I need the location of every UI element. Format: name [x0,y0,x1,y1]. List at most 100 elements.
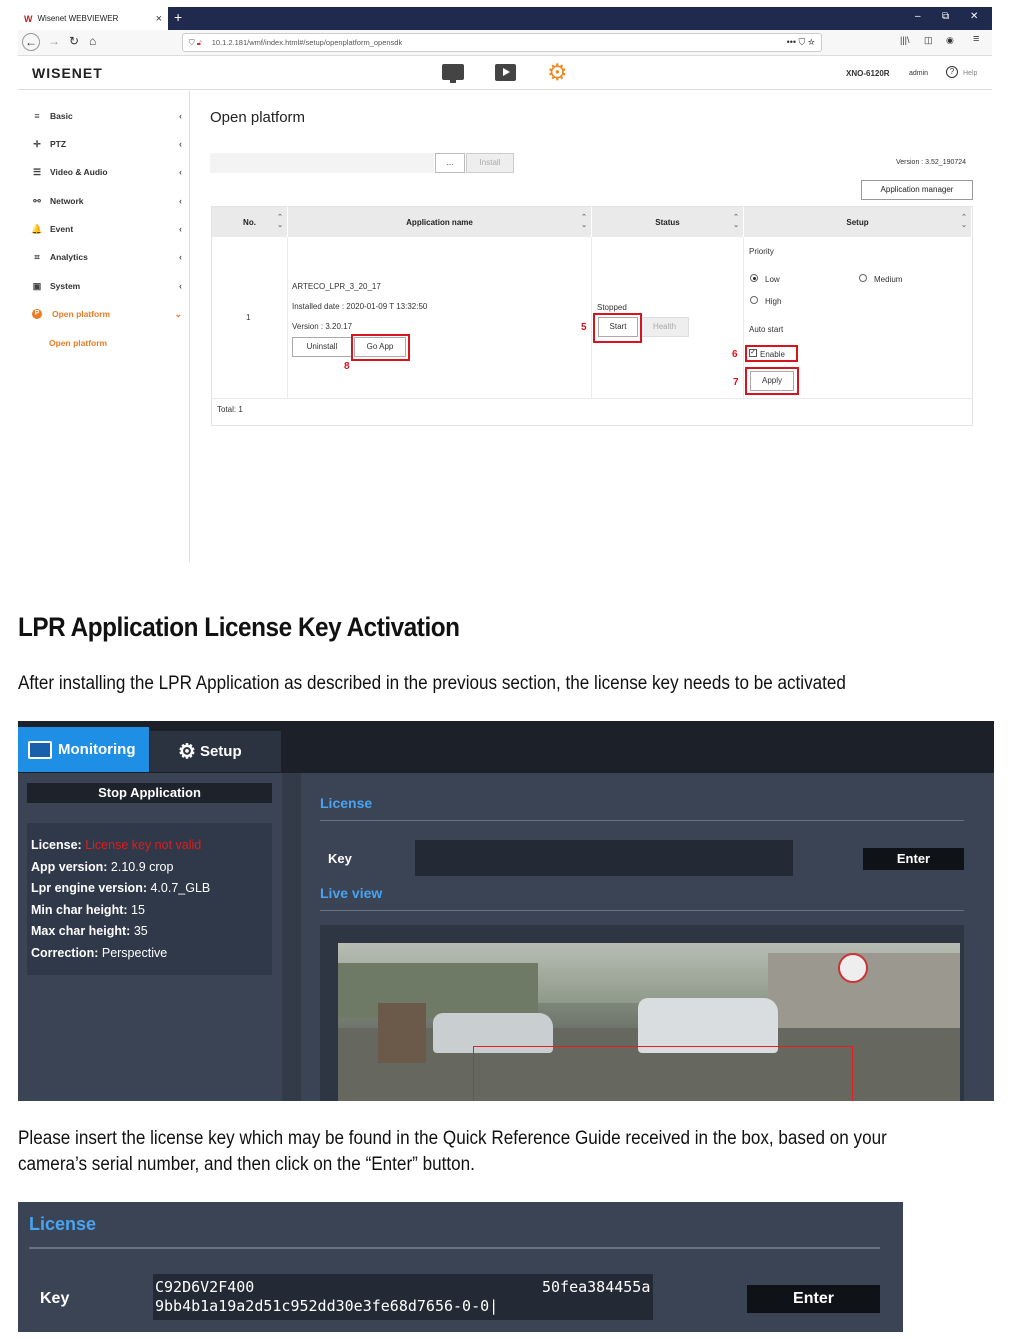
section-heading: LPR Application License Key Activation [18,612,460,642]
uninstall-button[interactable]: Uninstall [292,337,352,357]
minimize-button[interactable]: – [915,11,921,22]
chevron-down-icon: ⌄ [174,308,182,319]
sidebar-item-open-platform[interactable]: P Open platform ⌄ [30,306,182,322]
annotation-box-go-app [351,334,410,361]
chevron-left-icon: ‹ [179,139,182,149]
application-table: No. ⌃ ⌄ Application name ⌃ ⌄ Status ⌃ ⌄ Setup ⌃… [211,206,973,426]
home-icon[interactable]: ⌂ [89,34,96,48]
browser-tab[interactable]: W Wisenet WEBVIEWER × [18,7,168,30]
close-tab-icon[interactable]: × [156,13,162,25]
priority-medium-radio[interactable] [859,274,867,282]
stop-application-button[interactable]: Stop Application [27,783,272,803]
gear-icon: ⚙ [178,741,196,763]
license-key-input[interactable] [415,840,793,876]
annotation-number-5: 5 [581,322,587,333]
shield-icon: ⛉ [189,38,195,47]
enter-button[interactable]: Enter [863,848,964,870]
list-icon: ≡ [34,111,40,121]
section-divider [320,910,964,911]
health-button[interactable]: Health [640,317,689,337]
forward-icon[interactable]: → [48,34,60,48]
sidebar-item-system[interactable]: ▣ System ‹ [30,278,182,294]
paragraph-instruction-line2: camera’s serial number, and then click o… [18,1154,475,1175]
key-label: Key [40,1290,70,1307]
library-icon[interactable]: |||\ [900,35,910,45]
sort-icon[interactable]: ⌃ ⌄ [733,214,739,230]
chevron-left-icon: ‹ [179,111,182,121]
monitor-icon [28,740,52,759]
sidebar-item-label: Network [50,196,84,206]
paragraph-instruction-line1: Please insert the license key which may … [18,1128,887,1149]
sort-icon[interactable]: ⌃ ⌄ [961,214,967,230]
playback-icon[interactable] [495,64,516,81]
bin [378,1003,426,1063]
app-version: App version: 2.10.9 crop [31,859,174,874]
sidebar-item-video-audio[interactable]: ☰ Video & Audio ‹ [30,164,182,180]
tab-label: Setup [199,743,242,760]
live-monitor-icon[interactable] [442,64,464,83]
license-title: License [29,1214,97,1234]
sort-icon[interactable]: ⌃ ⌄ [581,214,587,230]
detection-area [473,1046,853,1101]
license-status: License: License key not valid [31,838,202,852]
insecure-lock-icon: 🔓︎ [196,38,202,47]
browse-button[interactable]: ... [435,153,465,173]
sidebar-item-event[interactable]: 🔔 Event ‹ [30,221,182,237]
move-icon: ✛ [33,138,41,149]
tab-monitoring[interactable]: Monitoring [18,727,149,772]
extension-icon[interactable]: ◉ [946,35,954,46]
sort-icon[interactable]: ⌃ ⌄ [277,214,283,230]
camera-model: XNO-6120R [846,69,890,78]
reload-icon[interactable]: ↻ [69,34,79,48]
redacted-key-segment [257,1278,540,1298]
help-icon[interactable]: ? [946,66,958,78]
column-header-no[interactable]: No. ⌃ ⌄ [212,207,288,237]
back-icon[interactable]: ← [22,33,40,51]
sidebar-item-analytics[interactable]: ⌗ Analytics ‹ [30,249,182,265]
sidebar-item-label: System [50,281,81,291]
chevron-left-icon: ‹ [179,252,182,262]
analytics-icon: ⌗ [34,251,40,262]
wisenet-logo: WISENET [32,65,103,81]
priority-low-radio[interactable] [750,274,758,282]
tab-setup[interactable]: ⚙ Setup [150,731,281,772]
webviewer-header: WISENET ⚙ XNO-6120R admin ? Help [18,56,992,90]
file-path-input[interactable] [210,153,434,173]
column-header-setup[interactable]: Setup ⌃ ⌄ [744,207,972,237]
address-bar[interactable]: ⛉ 🔓︎ 10.1.2.181/wmf/index.html#/setup/op… [182,33,822,52]
license-key-line2: 9bb4b1a19a2d51c952dd30e3fe68d7656-0-0| [155,1297,499,1315]
sidebar-toggle-icon[interactable]: ◫ [924,35,933,46]
column-header-status[interactable]: Status ⌃ ⌄ [592,207,744,237]
sidebar-item-label: Analytics [50,252,88,262]
column-header-application-name[interactable]: Application name ⌃ ⌄ [288,207,592,237]
priority-label: Priority [749,247,774,256]
chevron-left-icon: ‹ [179,281,182,291]
restore-button[interactable]: ⧉ [942,11,949,22]
page-actions-icon[interactable]: ••• ⛉ ☆ [787,34,815,51]
setup-gear-icon[interactable]: ⚙ [547,60,568,84]
sidebar-item-network[interactable]: ⚯ Network ‹ [30,193,182,209]
new-tab-button[interactable]: + [174,9,182,25]
install-button[interactable]: Install [466,153,514,173]
sidebar-subitem-open-platform[interactable]: Open platform [49,338,107,348]
sidebar-item-ptz[interactable]: ✛ PTZ ‹ [30,136,182,152]
help-link[interactable]: Help [963,70,977,77]
sliders-icon: ☰ [32,166,42,177]
application-manager-button[interactable]: Application manager [861,180,973,200]
priority-low-label: Low [765,275,780,284]
priority-medium-label: Medium [874,275,903,284]
sidebar-item-label: Video & Audio [50,167,108,177]
sidebar-item-label: Basic [50,111,73,121]
menu-icon[interactable]: ≡ [973,33,979,45]
license-section-title: License [320,795,373,811]
close-window-button[interactable]: ✕ [970,11,978,22]
annotation-number-7: 7 [733,377,739,388]
sidebar-item-basic[interactable]: ≡ Basic ‹ [30,108,182,124]
annotation-box-enable [745,345,798,362]
navigation-bar: ← → ↻ ⌂ ⛉ 🔓︎ 10.1.2.181/wmf/index.html#/… [18,30,992,56]
priority-high-radio[interactable] [750,296,758,304]
user-label[interactable]: admin [909,70,928,77]
enter-button[interactable]: Enter [747,1285,880,1313]
min-char-height: Min char height: 15 [31,902,145,917]
annotation-number-8: 8 [344,361,350,372]
